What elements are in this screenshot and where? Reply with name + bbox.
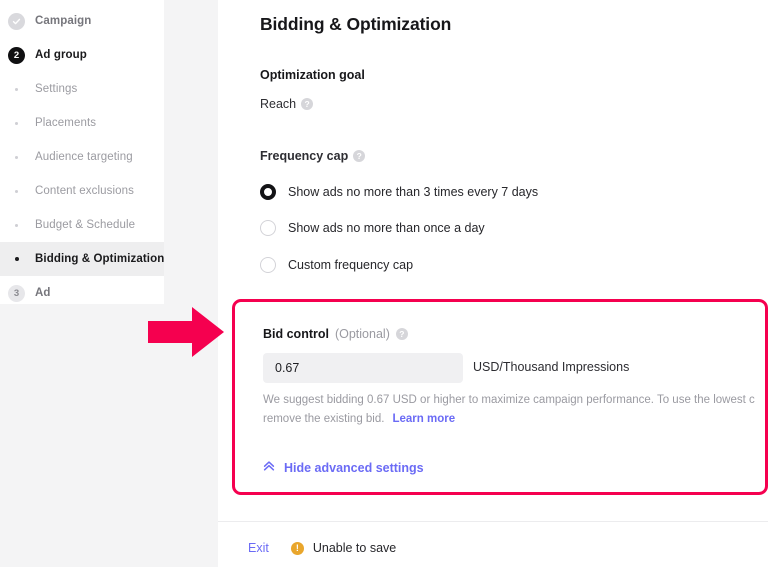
- sidebar-item-label: Audience targeting: [35, 151, 133, 163]
- frequency-cap-heading: Frequency cap: [260, 149, 349, 163]
- hide-advanced-settings-button[interactable]: Hide advanced settings: [263, 460, 424, 475]
- right-arrow-annotation: [148, 307, 224, 357]
- sidebar-item-label: Ad: [35, 287, 51, 299]
- step-number-icon: 3: [8, 284, 25, 302]
- bid-unit-label: USD/Thousand Impressions: [473, 360, 630, 374]
- bullet-dot-icon: [8, 183, 25, 200]
- optimization-goal-value-row: Reach ?: [260, 97, 314, 111]
- sidebar-item-label: Content exclusions: [35, 185, 134, 197]
- bullet-dot-icon: [8, 149, 25, 166]
- question-mark-circle-icon[interactable]: ?: [353, 150, 366, 162]
- sidebar-item-campaign[interactable]: Campaign: [0, 4, 164, 38]
- main-content-panel: Bidding & Optimization Optimization goal…: [218, 0, 768, 567]
- optimization-goal-heading: Optimization goal: [260, 68, 365, 82]
- frequency-cap-heading-row: Frequency cap ?: [260, 149, 366, 163]
- sidebar-item-ad[interactable]: 3 Ad: [0, 276, 164, 310]
- sidebar-item-label: Placements: [35, 117, 97, 129]
- radio-button-selected-icon[interactable]: [260, 184, 276, 200]
- sidebar-item-label: Campaign: [35, 15, 92, 27]
- bid-amount-input[interactable]: [263, 353, 463, 383]
- save-status-text: Unable to save: [312, 541, 397, 555]
- sidebar-item-audience-targeting[interactable]: Audience targeting: [0, 140, 164, 174]
- page-title: Bidding & Optimization: [260, 14, 452, 34]
- wizard-sidebar: Campaign 2 Ad group Settings Placements …: [0, 0, 164, 304]
- bid-control-label-row: Bid control (Optional) ?: [263, 327, 408, 341]
- sidebar-item-content-exclusions[interactable]: Content exclusions: [0, 174, 164, 208]
- radio-button-icon[interactable]: [260, 220, 276, 236]
- optimization-goal-value: Reach: [260, 97, 297, 111]
- learn-more-link[interactable]: Learn more: [392, 413, 455, 425]
- hide-advanced-settings-label: Hide advanced settings: [284, 460, 424, 475]
- radio-button-icon[interactable]: [260, 257, 276, 273]
- frequency-option-3-times-7-days[interactable]: Show ads no more than 3 times every 7 da…: [260, 184, 538, 200]
- question-mark-circle-icon[interactable]: ?: [395, 328, 408, 340]
- frequency-option-custom[interactable]: Custom frequency cap: [260, 257, 413, 273]
- sidebar-item-settings[interactable]: Settings: [0, 72, 164, 106]
- sidebar-item-label: Ad group: [35, 49, 87, 61]
- sidebar-item-placements[interactable]: Placements: [0, 106, 164, 140]
- check-circle-icon: [8, 12, 25, 30]
- bid-helper-line-1: We suggest bidding 0.67 USD or higher to…: [263, 394, 755, 406]
- sidebar-item-label: Settings: [35, 83, 78, 95]
- footer-divider: [218, 521, 768, 522]
- bullet-dot-icon: [8, 115, 25, 132]
- radio-label: Custom frequency cap: [288, 258, 414, 272]
- bid-helper-text: We suggest bidding 0.67 USD or higher to…: [263, 391, 768, 429]
- sidebar-item-label: Bidding & Optimization: [35, 253, 165, 265]
- radio-label: Show ads no more than 3 times every 7 da…: [288, 185, 539, 199]
- radio-label: Show ads no more than once a day: [288, 221, 485, 235]
- bid-control-optional-suffix: (Optional): [334, 327, 390, 341]
- bid-control-label: Bid control: [263, 327, 329, 341]
- sidebar-item-label: Budget & Schedule: [35, 219, 136, 231]
- sidebar-item-bidding-optimization[interactable]: Bidding & Optimization: [0, 242, 164, 276]
- save-status: ! Unable to save: [290, 541, 397, 555]
- footer-bar: Exit ! Unable to save: [248, 541, 396, 555]
- exit-link[interactable]: Exit: [248, 541, 269, 555]
- warning-circle-icon: !: [290, 541, 304, 555]
- step-number-icon: 2: [8, 46, 25, 64]
- bid-helper-line-2: remove the existing bid.: [263, 413, 385, 425]
- bullet-dot-icon: [8, 81, 25, 98]
- double-chevron-up-icon: [263, 460, 275, 475]
- bullet-dot-icon: [8, 251, 25, 268]
- sidebar-item-ad-group[interactable]: 2 Ad group: [0, 38, 164, 72]
- bullet-dot-icon: [8, 217, 25, 234]
- frequency-option-once-a-day[interactable]: Show ads no more than once a day: [260, 220, 485, 236]
- question-mark-circle-icon[interactable]: ?: [301, 98, 314, 110]
- sidebar-item-budget-schedule[interactable]: Budget & Schedule: [0, 208, 164, 242]
- app-root: Campaign 2 Ad group Settings Placements …: [0, 0, 768, 567]
- pink-highlight-box: Bid control (Optional) ? USD/Thousand Im…: [232, 299, 768, 495]
